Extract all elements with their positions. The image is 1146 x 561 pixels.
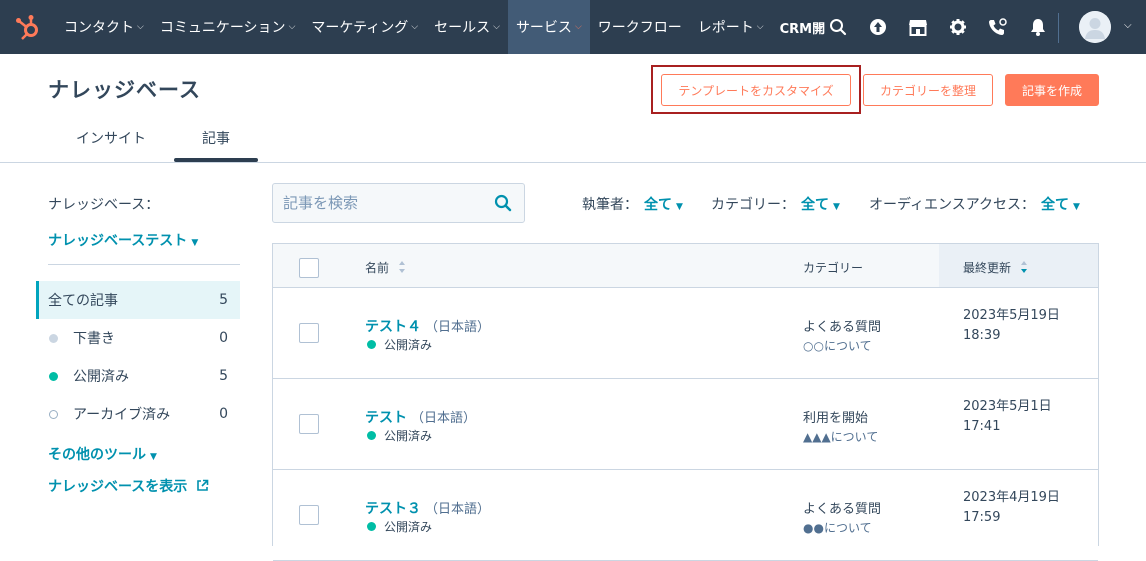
search-icon[interactable] <box>494 194 512 212</box>
highlight-annotation <box>651 65 861 114</box>
count-badge: 5 <box>219 292 228 308</box>
status-badge: 公開済み <box>365 336 432 353</box>
sidebar-item-all-articles[interactable]: 全ての記事 5 <box>36 281 240 319</box>
chevron-down-icon: ⌵ <box>288 22 296 32</box>
audience-filter-value[interactable]: 全て <box>1041 197 1069 213</box>
create-article-button[interactable]: 記事を作成 <box>1005 74 1099 106</box>
nav-reports[interactable]: レポート ⌵ <box>690 0 772 54</box>
last-updated: 2023年5月1日 17:41 <box>963 399 1052 434</box>
row-checkbox[interactable] <box>299 505 319 525</box>
nav-workflows[interactable]: ワークフロー <box>590 0 690 54</box>
avatar[interactable] <box>1079 11 1111 43</box>
published-status-dot-icon <box>367 522 376 531</box>
view-knowledge-base-link[interactable]: ナレッジベースを表示 <box>48 476 209 496</box>
caret-down-icon: ▼ <box>191 238 199 248</box>
last-updated: 2023年5月19日 18:39 <box>963 308 1060 343</box>
table-row: テスト３ （日本語） 公開済み よくある質問 ●●について 2023年4月19日 1… <box>273 470 1098 561</box>
article-category: よくある質問 <box>803 320 882 335</box>
hubspot-logo-icon[interactable] <box>14 14 42 42</box>
archived-status-dot-icon <box>49 409 58 419</box>
article-category: よくある質問 <box>803 502 882 517</box>
article-subcategory: ●●について <box>803 521 872 535</box>
article-subcategory: ▲▲▲について <box>803 430 879 444</box>
knowledge-base-selector[interactable]: ナレッジベーステスト ▼ <box>48 230 198 250</box>
caret-down-icon: ▼ <box>676 202 683 212</box>
count-badge: 0 <box>219 330 228 346</box>
upgrade-icon[interactable] <box>858 0 898 54</box>
sidebar-item-drafts[interactable]: 下書き 0 <box>36 319 240 357</box>
column-header-name[interactable]: 名前 <box>365 259 406 276</box>
tab-articles[interactable]: 記事 <box>202 128 230 148</box>
user-avatar-icon <box>1079 11 1111 43</box>
select-all-checkbox[interactable] <box>299 258 319 278</box>
top-nav: コンタクト ⌵ コミュニケーション ⌵ マーケティング ⌵ セールス ⌵ サービス ⌵ ワ… <box>0 0 1146 54</box>
column-header-last-updated[interactable]: 最終更新 <box>963 259 1028 276</box>
category-filter[interactable]: カテゴリー： 全て ▼ <box>711 194 840 214</box>
nav-utility-icons <box>818 0 1058 54</box>
notifications-icon[interactable] <box>1018 0 1058 54</box>
nav-service[interactable]: サービス ⌵ <box>507 0 590 54</box>
status-badge: 公開済み <box>365 518 432 535</box>
marketplace-icon[interactable] <box>898 0 938 54</box>
tab-insights[interactable]: インサイト <box>76 128 146 148</box>
author-filter-value[interactable]: 全て <box>644 197 672 213</box>
draft-status-dot-icon <box>49 333 58 343</box>
caret-down-icon: ▼ <box>1073 202 1080 212</box>
published-status-dot-icon <box>49 371 58 381</box>
status-badge: 公開済み <box>365 427 432 444</box>
chevron-down-icon: ⌵ <box>411 22 419 32</box>
external-link-icon <box>197 479 209 491</box>
search-input[interactable] <box>273 194 483 212</box>
sort-descending-icon <box>1020 261 1027 273</box>
published-status-dot-icon <box>367 431 376 440</box>
author-filter[interactable]: 執筆者： 全て ▼ <box>582 194 683 214</box>
nav-marketing[interactable]: マーケティング ⌵ <box>303 0 426 54</box>
chevron-down-icon: ⌵ <box>574 22 582 32</box>
articles-table: 名前 カテゴリー 最終更新 テスト４ （日本語） 公開済み よくある質問 ○○につ… <box>272 243 1099 561</box>
article-subcategory: ○○について <box>803 339 872 353</box>
chevron-down-icon: ⌵ <box>493 22 500 32</box>
knowledge-base-label: ナレッジベース： <box>48 197 160 213</box>
article-title-link[interactable]: テスト３ （日本語） <box>365 498 490 518</box>
category-filter-value[interactable]: 全て <box>801 197 829 213</box>
chevron-down-icon: ⌵ <box>756 22 764 32</box>
header-divider <box>0 162 1146 163</box>
sort-icon <box>398 261 405 273</box>
count-badge: 0 <box>219 406 228 422</box>
count-badge: 5 <box>219 368 228 384</box>
nav-divider <box>1058 13 1059 43</box>
table-header: 名前 カテゴリー 最終更新 <box>273 244 1098 288</box>
other-tools-menu[interactable]: その他のツール ▼ <box>48 444 157 464</box>
article-title-link[interactable]: テスト （日本語） <box>365 407 476 427</box>
row-checkbox[interactable] <box>299 323 319 343</box>
nav-conversations[interactable]: コミュニケーション ⌵ <box>152 0 304 54</box>
table-row: テスト４ （日本語） 公開済み よくある質問 ○○について 2023年5月19日 1… <box>273 288 1098 379</box>
chevron-down-icon: ⌵ <box>137 22 144 32</box>
caret-down-icon: ▼ <box>833 202 840 212</box>
settings-icon[interactable] <box>938 0 978 54</box>
search-icon[interactable] <box>818 0 858 54</box>
audience-filter[interactable]: オーディエンスアクセス： 全て ▼ <box>869 194 1080 214</box>
page-title: ナレッジベース <box>48 78 201 102</box>
last-updated: 2023年4月19日 17:59 <box>963 490 1060 525</box>
nav-contacts[interactable]: コンタクト ⌵ <box>56 0 152 54</box>
row-checkbox[interactable] <box>299 414 319 434</box>
nav-sales[interactable]: セールス ⌵ <box>426 0 508 54</box>
article-category: 利用を開始 <box>803 411 869 426</box>
sidebar-item-archived[interactable]: アーカイブ済み 0 <box>36 395 240 433</box>
column-header-category: カテゴリー <box>803 261 864 275</box>
chevron-down-icon[interactable]: ⌵ <box>1124 20 1132 31</box>
main-menu: コンタクト ⌵ コミュニケーション ⌵ マーケティング ⌵ セールス ⌵ サービス ⌵ ワ… <box>56 0 833 54</box>
caret-down-icon: ▼ <box>150 452 157 462</box>
sidebar-item-published[interactable]: 公開済み 5 <box>36 357 240 395</box>
article-title-link[interactable]: テスト４ （日本語） <box>365 316 490 336</box>
sidebar-divider <box>48 264 240 265</box>
organize-categories-button[interactable]: カテゴリーを整理 <box>863 74 993 106</box>
calling-icon[interactable] <box>978 0 1018 54</box>
search-box <box>272 183 525 223</box>
published-status-dot-icon <box>367 340 376 349</box>
table-row: テスト （日本語） 公開済み 利用を開始 ▲▲▲について 2023年5月1日 17:… <box>273 379 1098 470</box>
